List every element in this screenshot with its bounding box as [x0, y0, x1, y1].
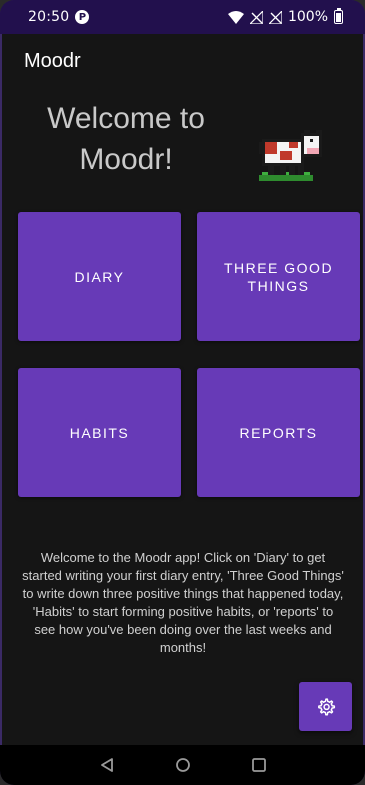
app-title: Moodr: [24, 49, 81, 72]
reports-button[interactable]: REPORTS: [197, 368, 360, 497]
welcome-title: Welcome to Moodr!: [47, 102, 205, 176]
nav-home-button[interactable]: [171, 753, 195, 777]
settings-gear-icon: [317, 697, 335, 715]
diary-button-label: DIARY: [74, 268, 125, 285]
three-good-things-button[interactable]: THREE GOOD THINGS: [197, 212, 360, 341]
status-left: 20:50 P: [28, 9, 90, 25]
habits-button-label: HABITS: [69, 424, 130, 441]
home-icon: [175, 758, 190, 772]
system-nav-bar: [0, 745, 365, 785]
status-right: 100%: [227, 8, 343, 25]
signal-off-icon: [249, 10, 263, 24]
wifi-icon: [227, 10, 244, 24]
app-bar: Moodr: [0, 34, 365, 88]
nav-recents-button[interactable]: [247, 753, 271, 777]
three-good-things-button-label: THREE GOOD THINGS: [223, 259, 334, 294]
diary-button[interactable]: DIARY: [18, 212, 181, 341]
settings-button[interactable]: [299, 682, 352, 731]
recents-icon: [251, 758, 266, 772]
back-icon: [100, 758, 113, 772]
nav-back-button[interactable]: [95, 753, 119, 777]
device-screen: 20:50 P 100% Moodr Welcome to Moodr! DIA…: [0, 0, 365, 785]
status-bar: 20:50 P 100%: [0, 0, 365, 34]
habits-button[interactable]: HABITS: [18, 368, 181, 497]
reports-button-label: REPORTS: [239, 424, 318, 441]
welcome-description: Welcome to the Moodr app! Click on 'Diar…: [22, 550, 344, 655]
status-time: 20:50: [28, 9, 70, 25]
notification-icon: P: [75, 10, 90, 24]
battery-icon: [334, 8, 343, 24]
cow-mascot-icon: [259, 130, 322, 181]
battery-percent: 100%: [287, 9, 328, 25]
signal-off-icon: [268, 10, 282, 24]
